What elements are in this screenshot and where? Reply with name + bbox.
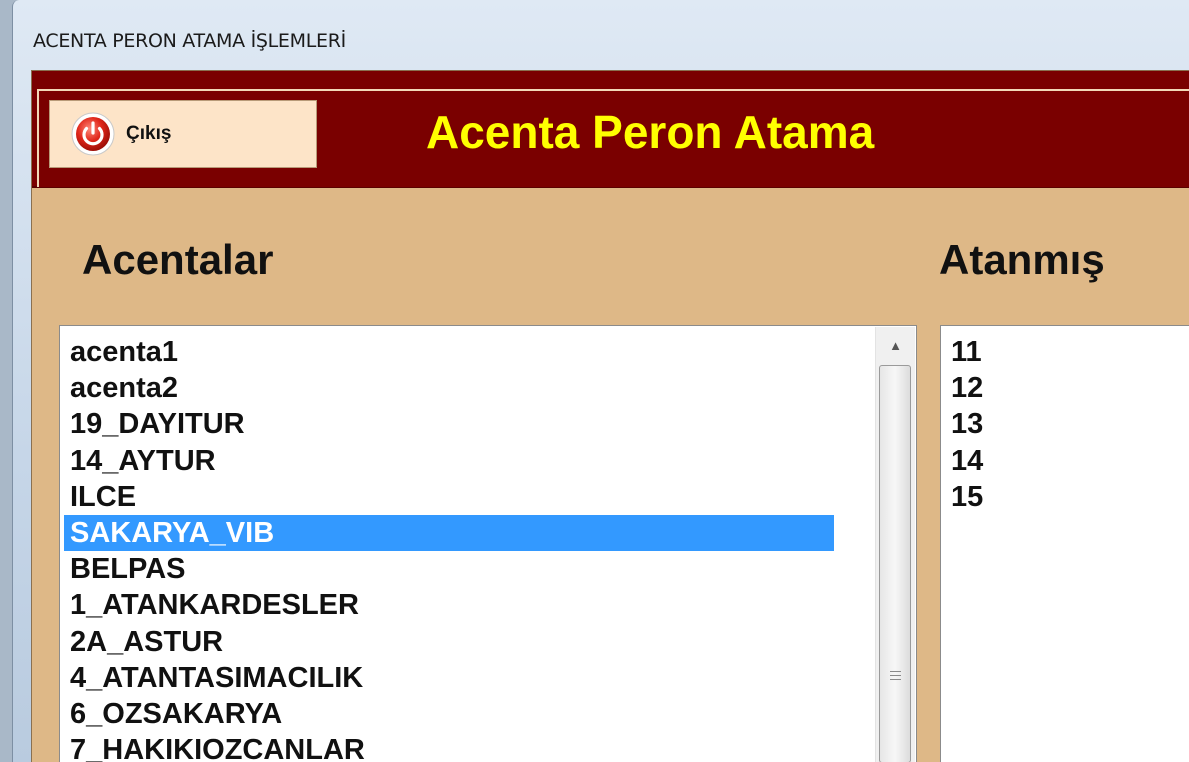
- list-item-selected[interactable]: SAKARYA_VIB: [64, 514, 834, 552]
- list-item[interactable]: ILCE: [64, 479, 834, 515]
- list-item[interactable]: acenta2: [64, 370, 834, 406]
- header-inner-panel: Çıkış Acenta Peron Atama: [37, 89, 1189, 187]
- scroll-up-arrow-icon[interactable]: ▲: [876, 327, 915, 363]
- list-item[interactable]: 12: [945, 370, 983, 406]
- list-item[interactable]: 19_DAYITUR: [64, 406, 834, 442]
- atanmis-peron-listbox[interactable]: 11 12 13 14 15: [940, 325, 1189, 762]
- app-window: ACENTA PERON ATAMA İŞLEMLERİ Çıkış Acent…: [12, 0, 1189, 762]
- header-panel: Çıkış Acenta Peron Atama: [32, 71, 1189, 188]
- title-bar[interactable]: ACENTA PERON ATAMA İŞLEMLERİ: [13, 0, 1189, 70]
- peron-list-items: 11 12 13 14 15: [945, 334, 983, 515]
- power-icon: [71, 112, 115, 156]
- list-item[interactable]: BELPAS: [64, 551, 834, 587]
- list-item[interactable]: acenta1: [64, 334, 834, 370]
- list-item[interactable]: 14_AYTUR: [64, 443, 834, 479]
- acentalar-label: Acentalar: [82, 236, 274, 283]
- list-item[interactable]: 15: [945, 479, 983, 515]
- list-item[interactable]: 7_HAKIKIOZCANLAR: [64, 732, 834, 762]
- list-item[interactable]: 4_ATANTASIMACILIK: [64, 660, 834, 696]
- list-item[interactable]: 11: [945, 334, 983, 370]
- list-item[interactable]: 13: [945, 406, 983, 442]
- window-title: ACENTA PERON ATAMA İŞLEMLERİ: [33, 30, 346, 52]
- exit-button-label: Çıkış: [126, 123, 172, 144]
- form-client-area: Çıkış Acenta Peron Atama Acentalar Atanm…: [31, 70, 1189, 762]
- scroll-thumb[interactable]: [879, 365, 911, 762]
- page-title: Acenta Peron Atama: [426, 106, 875, 158]
- acenta-listbox[interactable]: acenta1 acenta2 19_DAYITUR 14_AYTUR ILCE…: [59, 325, 917, 762]
- acenta-scrollbar[interactable]: ▲: [875, 327, 915, 762]
- atanmis-label: Atanmış: [939, 236, 1105, 283]
- list-item[interactable]: 6_OZSAKARYA: [64, 696, 834, 732]
- list-item[interactable]: 14: [945, 443, 983, 479]
- acenta-list-items: acenta1 acenta2 19_DAYITUR 14_AYTUR ILCE…: [64, 334, 834, 762]
- exit-button[interactable]: Çıkış: [49, 100, 317, 168]
- scroll-grip-icon: [890, 671, 901, 681]
- list-item[interactable]: 1_ATANKARDESLER: [64, 587, 834, 623]
- list-item[interactable]: 2A_ASTUR: [64, 624, 834, 660]
